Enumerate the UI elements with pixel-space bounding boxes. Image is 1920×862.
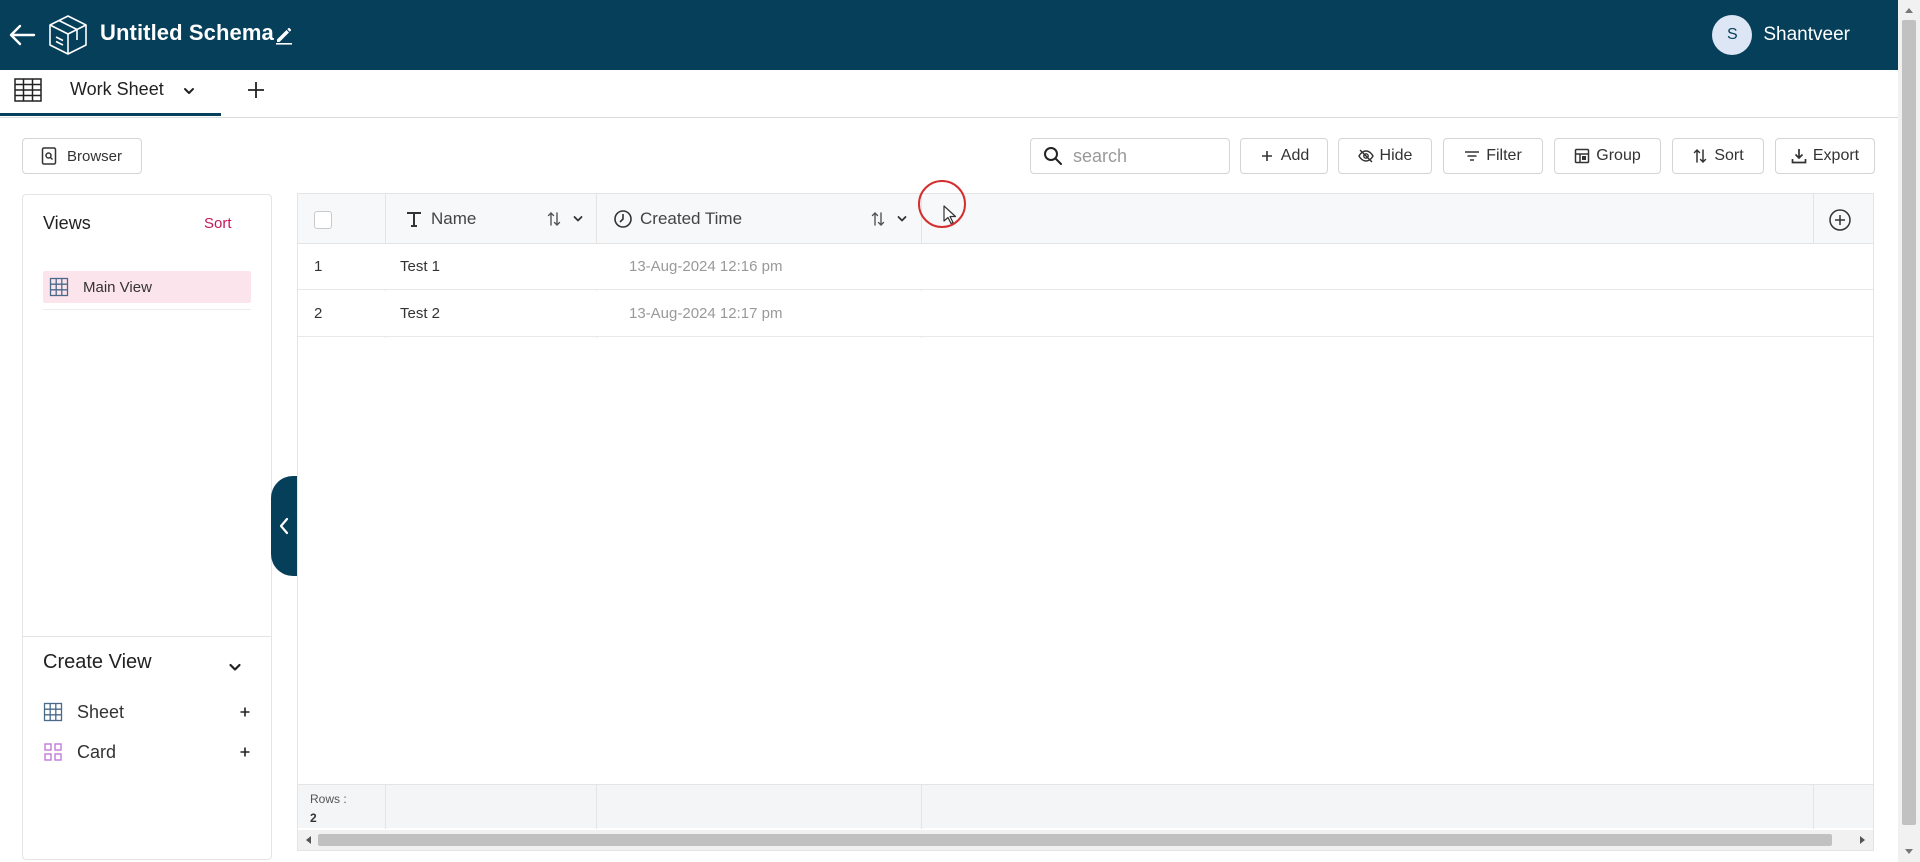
user-name: Shantveer [1763,24,1850,45]
user-menu[interactable]: S Shantveer [1712,15,1850,55]
scrollbar-thumb[interactable] [1902,20,1916,825]
scroll-left-arrow-icon[interactable] [304,835,314,845]
group-icon [1574,148,1590,164]
table-row[interactable]: 2 Test 2 13-Aug-2024 12:17 pm [298,291,1873,337]
scroll-right-arrow-icon[interactable] [1857,835,1867,845]
create-view-card[interactable]: Card [43,737,253,767]
rows-count-label: Rows : [310,792,347,806]
search-input[interactable] [1073,145,1223,167]
card-grid-icon [43,742,63,762]
schema-title[interactable]: Untitled Schema [100,20,274,46]
divider [43,309,251,310]
search-box[interactable] [1030,138,1230,174]
sort-arrows-icon [1692,148,1708,164]
add-button-label: Add [1280,147,1310,164]
column-header-name[interactable]: Name [404,194,476,244]
chevron-down-icon[interactable] [227,659,243,675]
grid-icon [43,702,63,722]
filter-lines-icon [1464,148,1480,164]
select-all-checkbox[interactable] [314,211,332,229]
filter-button[interactable]: Filter [1443,138,1543,174]
create-view-item-label: Sheet [77,701,125,722]
grid-summary-footer: Rows : 2 [298,784,1873,829]
tab-work-sheet[interactable]: Work Sheet [0,70,221,116]
data-grid: Name Created Time 1 Test 1 13-Aug-2024 1… [297,193,1874,851]
add-card-view-plus-icon[interactable] [237,744,253,760]
clock-icon [613,209,633,229]
rows-count-value: 2 [310,811,317,825]
export-button-label: Export [1812,147,1860,164]
chevron-down-icon[interactable] [182,84,196,98]
chevron-down-icon[interactable] [572,213,584,225]
sort-button[interactable]: Sort [1672,138,1764,174]
cell-name[interactable]: Test 1 [400,258,440,275]
view-item-main-view[interactable]: Main View [43,271,251,303]
vertical-scrollbar[interactable] [1898,0,1920,862]
cell-name[interactable]: Test 2 [400,305,440,322]
sort-button-label: Sort [1714,147,1744,164]
views-panel: Views Sort Main View Create View Sheet C… [22,194,272,860]
group-button[interactable]: Group [1554,138,1661,174]
add-button[interactable]: Add [1240,138,1328,174]
browser-doc-icon [41,147,57,165]
column-header-label: Created Time [640,209,743,228]
column-header-label: Name [431,209,477,228]
avatar[interactable]: S [1712,15,1753,55]
download-icon [1791,148,1807,164]
scroll-down-arrow-icon[interactable] [1904,846,1914,856]
grid-header-row: Name Created Time [298,194,1873,244]
view-item-label: Main View [83,278,152,296]
column-sort-icon[interactable] [870,211,886,227]
column-divider [1813,785,1814,829]
column-divider [596,785,597,829]
create-view-sheet[interactable]: Sheet [43,697,253,727]
edit-pencil-icon[interactable] [274,25,294,45]
horizontal-scrollbar[interactable] [298,830,1873,850]
chevron-down-icon[interactable] [896,213,908,225]
add-sheet-view-plus-icon[interactable] [237,704,253,720]
column-divider [921,785,922,829]
row-index: 1 [314,258,323,275]
app-logo-cube-icon [46,13,90,57]
scrollbar-thumb[interactable] [318,834,1832,846]
hide-button[interactable]: Hide [1338,138,1432,174]
views-sort-link[interactable]: Sort [204,215,232,232]
sheet-tabs-bar: Work Sheet [0,70,1898,118]
table-grid-icon [14,78,42,102]
views-heading: Views [43,213,91,233]
scroll-up-arrow-icon[interactable] [1904,6,1914,16]
plus-icon [1259,148,1275,164]
cell-created-time: 13-Aug-2024 12:16 pm [629,258,783,275]
add-column-plus-circle-icon[interactable] [1828,208,1852,232]
tab-label: Work Sheet [70,79,164,99]
group-button-label: Group [1596,147,1641,164]
chevron-left-icon [279,517,289,535]
export-button[interactable]: Export [1775,138,1875,174]
browser-button[interactable]: Browser [22,138,142,174]
eye-off-icon [1357,148,1374,164]
filter-button-label: Filter [1486,147,1522,164]
text-type-icon [404,209,424,229]
cell-created-time: 13-Aug-2024 12:17 pm [629,305,783,322]
collapse-panel-handle[interactable] [271,476,297,576]
hide-button-label: Hide [1379,147,1413,164]
back-arrow-icon[interactable] [8,22,36,48]
column-divider [1813,194,1814,244]
app-header: Untitled Schema S Shantveer [0,0,1898,70]
browser-button-label: Browser [67,147,123,165]
column-header-created-time[interactable]: Created Time [613,194,742,244]
divider [23,636,271,637]
table-row[interactable]: 1 Test 1 13-Aug-2024 12:16 pm [298,244,1873,290]
column-divider [385,785,386,829]
grid-icon [49,277,69,297]
create-view-item-label: Card [77,741,117,762]
add-sheet-plus-icon[interactable] [244,78,268,102]
column-sort-icon[interactable] [546,211,562,227]
row-index: 2 [314,305,323,322]
search-icon [1043,146,1063,166]
create-view-heading: Create View [43,651,152,673]
